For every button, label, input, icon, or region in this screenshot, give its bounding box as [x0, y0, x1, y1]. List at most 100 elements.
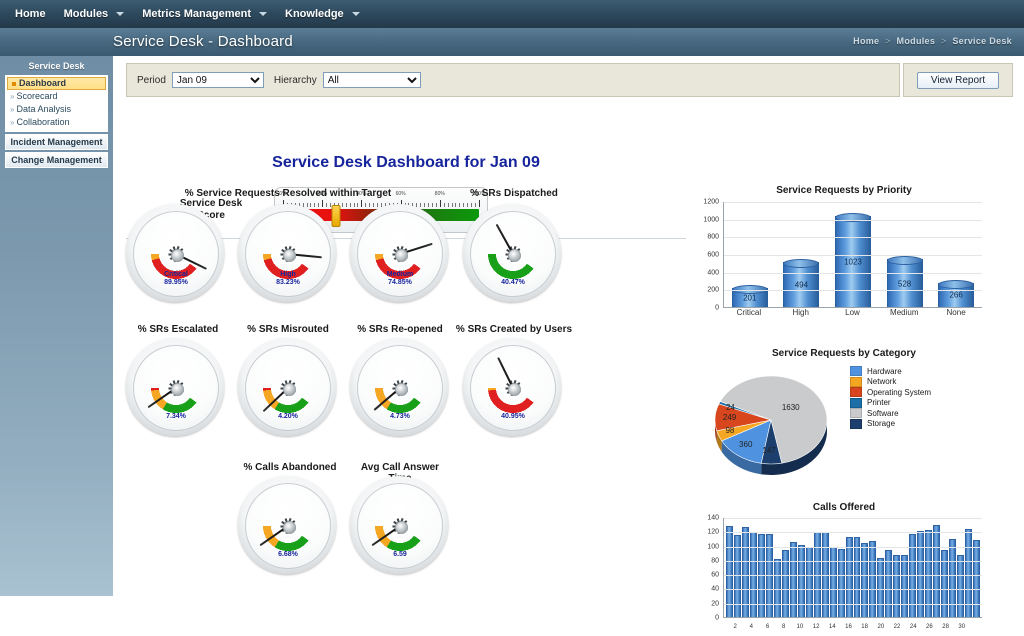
bar[interactable] [957, 555, 965, 617]
y-tick-label: 40 [711, 585, 719, 593]
bar[interactable] [901, 555, 909, 617]
bar[interactable] [877, 558, 885, 617]
y-tick-label: 140 [707, 514, 719, 522]
x-tick-label: 8 [782, 624, 786, 630]
nav-item-label: Metrics Management [142, 8, 251, 20]
x-tick-label: 6 [765, 624, 770, 630]
bar[interactable] [845, 537, 853, 617]
bar[interactable] [781, 549, 789, 617]
legend-label: Operating System [867, 387, 932, 397]
legend-item[interactable]: Hardware [850, 366, 1000, 376]
gauge-hub [282, 248, 296, 262]
y-tick-label: 1200 [703, 198, 719, 206]
y-tick-label: 0 [715, 614, 719, 622]
gauge-value-label: 4.20% [246, 413, 330, 421]
pie-value-label: 249 [722, 413, 737, 423]
bar[interactable] [949, 538, 957, 617]
sidebar-item-scorecard[interactable]: » Scorecard [6, 90, 107, 103]
gauge-value-label: 40.95% [471, 413, 555, 421]
pie-value-label: 147 [762, 445, 776, 455]
priority-x-axis-labels: Critical High Low Medium None [723, 305, 982, 326]
legend-swatch [850, 408, 862, 418]
category-pie-legend: Hardware Network Operating System Printer So… [850, 366, 1000, 429]
gridline [724, 219, 982, 221]
pie-value-label: 1630 [781, 402, 800, 412]
legend-item[interactable]: Storage [850, 418, 1000, 429]
breadcrumb-item-home[interactable]: Home [853, 36, 879, 46]
legend-item[interactable]: Software [850, 408, 1000, 418]
breadcrumb-separator: > [940, 36, 947, 46]
sidebar-item-data-analysis[interactable]: » Data Analysis [6, 103, 107, 116]
x-tick-label: 12 [812, 624, 820, 630]
view-report-button[interactable]: View Report [917, 71, 999, 89]
period-select[interactable]: Jan 09 [171, 72, 264, 88]
gauge-section-title: % SRs Re-opened [357, 324, 443, 335]
nav-item-modules[interactable]: Modules [55, 0, 134, 28]
nav-item-label: Modules [63, 8, 109, 20]
gauge-hub [282, 520, 296, 534]
gauge-face: High 83.23% [245, 211, 331, 297]
gauge-hub [282, 382, 296, 396]
bar[interactable] [837, 548, 845, 617]
bar[interactable] [941, 549, 949, 617]
sidebar-item-dashboard[interactable]: Dashboard [7, 77, 106, 90]
x-tick-label: 14 [828, 624, 836, 630]
sidebar-group-title: Service Desk [28, 61, 85, 71]
gridline [724, 546, 982, 548]
bar[interactable] [893, 555, 901, 617]
bar[interactable] [789, 541, 797, 617]
legend-item[interactable]: Operating System [850, 387, 1000, 397]
breadcrumb-item-service-desk[interactable]: Service Desk [952, 36, 1012, 46]
x-tick-label: High [792, 308, 809, 317]
nav-item-home[interactable]: Home [6, 0, 55, 28]
x-tick-label: 20 [877, 624, 885, 630]
gridline [724, 589, 982, 591]
gauge-hub [507, 382, 521, 396]
sidebar-item-label: Scorecard [16, 91, 58, 101]
pie-value-label: 360 [739, 439, 753, 449]
bar: 494 [783, 259, 820, 307]
bar[interactable] [797, 544, 805, 617]
priority-plot-area: 201 494 1023 528 266 [723, 202, 982, 308]
y-tick-label: 400 [707, 269, 719, 277]
sidebar-item-incident-management[interactable]: Incident Management [5, 134, 108, 150]
period-label: Period [137, 74, 166, 86]
bar[interactable] [773, 558, 781, 617]
gauge-value: 4.73% [390, 413, 410, 420]
nav-item-metrics-management[interactable]: Metrics Management [133, 0, 276, 28]
nav-item-knowledge[interactable]: Knowledge [276, 0, 369, 28]
y-tick-label: 100 [707, 543, 719, 551]
breadcrumb-item-modules[interactable]: Modules [897, 36, 936, 46]
sidebar-item-collaboration[interactable]: » Collaboration [6, 116, 107, 129]
bar: 1023 [834, 212, 871, 307]
gauge-value: 6.59 [393, 551, 407, 558]
x-tick-label: 10 [796, 624, 804, 630]
legend-item[interactable]: Network [850, 376, 1000, 387]
calls-offered-bar-chart: 0 20 40 60 80 100 120 140 2 4 6 8 10 12 14 16 18 20 22 24 2… [698, 514, 990, 636]
gauge-value: 40.47% [501, 279, 525, 286]
bar[interactable] [973, 540, 980, 617]
bar: 266 [938, 279, 975, 307]
bar[interactable] [861, 543, 869, 617]
gridline [724, 518, 982, 519]
bar[interactable] [829, 547, 837, 617]
sidebar-item-change-management[interactable]: Change Management [5, 152, 108, 168]
legend-swatch [850, 418, 862, 429]
y-tick-label: 600 [707, 251, 719, 259]
gridline [724, 575, 982, 577]
sidebar-menu-panel: Dashboard » Scorecard » Data Analysis » … [5, 75, 108, 132]
priority-chart-title: Service Requests by Priority [776, 185, 912, 196]
y-tick-label: 0 [715, 304, 719, 312]
bar: 528 [886, 256, 923, 307]
bar[interactable] [805, 546, 813, 617]
gauge-dial: 6.68% [238, 476, 336, 574]
bar[interactable] [853, 537, 861, 617]
gauge-face: Critical 89.95% [133, 211, 219, 297]
gauge-hub [394, 248, 408, 262]
bar[interactable] [885, 549, 893, 617]
hierarchy-select[interactable]: All [322, 72, 421, 88]
main-content: Period Jan 09 Hierarchy All View Report … [113, 56, 1024, 630]
bar[interactable] [869, 541, 877, 617]
y-tick-label: 1000 [703, 216, 719, 224]
legend-item[interactable]: Printer [850, 397, 1000, 408]
